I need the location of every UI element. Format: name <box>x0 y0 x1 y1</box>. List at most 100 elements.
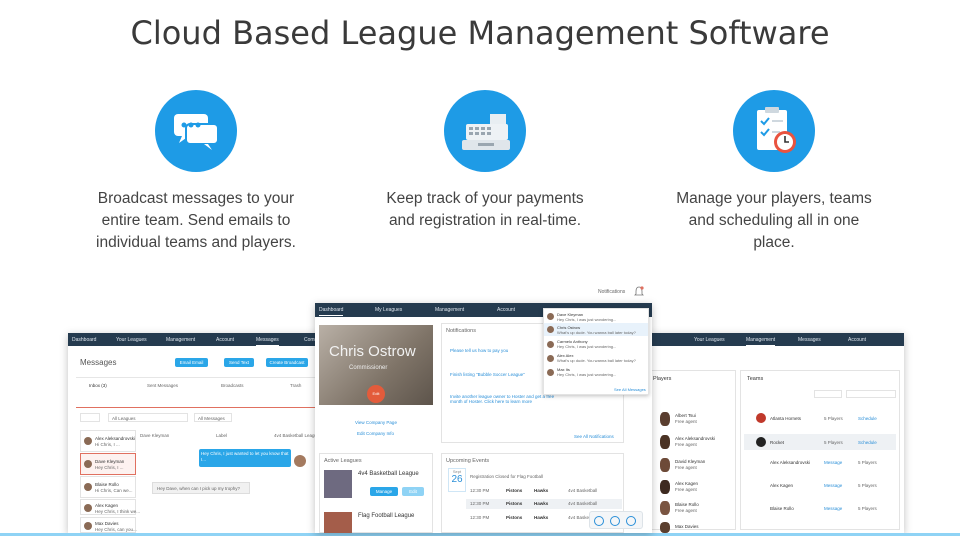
list-item[interactable]: Alex Aleksandrovski Hi Chris, I ... <box>80 430 136 452</box>
clipboard-clock-icon <box>733 90 815 172</box>
list-item[interactable]: Blaise Rollo Hi Chris, Can we... <box>80 476 136 498</box>
team-schedule-link[interactable]: Schedule <box>858 440 877 445</box>
event-time: 12:30 PM <box>470 501 490 506</box>
notification-item[interactable]: Invite another league owner to Hoster an… <box>450 394 560 404</box>
tab-broadcasts[interactable]: Broadcasts <box>221 383 244 388</box>
contact-name: Dave Kleyman <box>95 459 125 464</box>
calendar-icon[interactable] <box>594 516 604 526</box>
avatar <box>547 313 554 320</box>
popup-text: What's up dude. You wanna ball later tod… <box>557 330 636 335</box>
select-filter[interactable] <box>80 413 100 422</box>
event-home: Pistons <box>506 488 523 493</box>
contact-preview: Hey Chris, can you... <box>95 527 137 532</box>
nav-item-leagues[interactable]: Your Leagues <box>694 337 725 343</box>
nav-item-account[interactable]: Account <box>497 307 515 313</box>
cash-register-icon <box>444 90 526 172</box>
message-bubble-incoming: Hey Chris, I just wanted to let you know… <box>199 449 291 467</box>
team-name[interactable]: Rocket <box>770 440 784 445</box>
dashboard-screenshot: Dashboard My Leagues Management Account … <box>315 303 652 533</box>
notifications-heading: Notifications <box>446 328 476 334</box>
list-item[interactable]: Alex Kagen Hey Chris, I think we... <box>80 499 140 515</box>
nav-item-messages[interactable]: Messages <box>256 337 279 346</box>
league-filter[interactable]: All Leagues <box>108 413 188 422</box>
feature-text-payments: Keep track of your payments and registra… <box>360 188 610 232</box>
member-name: Alex Aleksandrovski <box>770 460 811 465</box>
message-filter-value: All Messages <box>198 416 225 421</box>
team-name[interactable]: Atlanta Hornets <box>770 416 801 421</box>
member-name: Alex Kagen <box>770 483 794 488</box>
contact-name: Max Davies <box>95 521 119 526</box>
popup-text: Hey Chris, I was just wondering... <box>557 317 617 322</box>
nav-item-leagues[interactable]: My Leagues <box>375 307 402 313</box>
event-date: Sept 26 <box>448 468 466 492</box>
nav-item-messages[interactable]: Messages <box>798 337 821 343</box>
chat-bubbles-icon <box>155 90 237 172</box>
member-message-link[interactable]: Message <box>824 460 842 465</box>
avatar <box>660 435 670 449</box>
member-message-link[interactable]: Message <box>824 506 842 511</box>
list-item[interactable]: Dave Kleyman Hey Chris, I ... <box>80 453 136 475</box>
teams-filter[interactable] <box>814 390 842 398</box>
list-item[interactable]: Max Davies Hey Chris, can you... <box>80 517 137 533</box>
manage-league-button[interactable]: Manage <box>370 487 398 496</box>
player-name: Blaise Rollo <box>675 502 699 507</box>
avatar <box>84 522 92 530</box>
edit-league-button[interactable]: Edit <box>402 487 424 496</box>
search-icon[interactable] <box>626 516 636 526</box>
create-broadcast-button[interactable]: Create Broadcast <box>266 358 308 367</box>
event-away: Hawks <box>534 501 549 506</box>
popup-message-selected[interactable]: Chris Ostrow What's up dude. You wanna b… <box>544 323 648 336</box>
teams-heading: Teams <box>747 376 764 382</box>
tab-inbox[interactable]: Inbox (3) <box>89 383 107 388</box>
nav-item-dashboard[interactable]: Dashboard <box>72 337 96 343</box>
avatar <box>660 522 670 533</box>
feature-line: individual teams and players. <box>96 234 296 251</box>
bell-icon[interactable] <box>634 285 644 297</box>
avatar <box>84 504 92 512</box>
avatar <box>547 326 554 333</box>
popup-text: Hey Chris, I was just wondering... <box>557 344 617 349</box>
tab-trash[interactable]: Trash <box>290 383 301 388</box>
feature-text-players: Manage your players, teams and schedulin… <box>649 188 899 254</box>
nav-item-account[interactable]: Account <box>216 337 234 343</box>
edit-company-link[interactable]: Edit Company Info <box>357 431 394 436</box>
event-time: 12:30 PM <box>470 515 490 520</box>
tab-sent[interactable]: Sent Messages <box>147 383 178 388</box>
contact-name: Alex Kagen <box>95 503 119 508</box>
edit-photo-button[interactable]: Edit Photo <box>367 385 385 414</box>
team-schedule-link[interactable]: Schedule <box>858 416 877 421</box>
nav-item-account[interactable]: Account <box>848 337 866 343</box>
event-home: Pistons <box>506 501 523 506</box>
league-thumbnail <box>324 512 352 533</box>
nav-item-management[interactable]: Management <box>166 337 195 343</box>
see-all-notifications-link[interactable]: See All Notifications <box>574 434 614 439</box>
team-logo <box>756 437 766 447</box>
nav-item-leagues[interactable]: Your Leagues <box>116 337 147 343</box>
avatar <box>660 458 670 472</box>
nav-item-management[interactable]: Management <box>435 307 464 313</box>
players-heading: Players <box>653 376 672 382</box>
teams-search[interactable] <box>846 390 896 398</box>
member-message-link[interactable]: Message <box>824 483 842 488</box>
avatar <box>547 355 554 362</box>
avatar <box>660 501 670 515</box>
see-all-messages-link[interactable]: See All Messages <box>614 387 646 392</box>
event-league: 4v4 Basketball <box>568 501 598 506</box>
feature-line: Keep track of your payments <box>386 190 584 207</box>
view-company-link[interactable]: View Company Page <box>355 420 397 425</box>
email-button[interactable]: Email Email <box>175 358 208 367</box>
message-filter[interactable]: All Messages <box>194 413 232 422</box>
member-name: Blaise Rollo <box>770 506 794 511</box>
player-name: Alex Kagen <box>675 481 699 486</box>
profile-name: Chris Ostrow <box>329 343 416 360</box>
nav-item-dashboard[interactable]: Dashboard <box>319 307 344 316</box>
member-count: 5 Players <box>858 460 877 465</box>
team-count: 5 Players <box>824 440 843 445</box>
member-count: 5 Players <box>858 483 877 488</box>
message-icon[interactable] <box>610 516 620 526</box>
feature-line: entire team. Send emails to <box>101 212 291 229</box>
send-text-button[interactable]: Send Text <box>224 358 254 367</box>
notification-item[interactable]: Please tell us how to pay you <box>450 348 508 353</box>
notification-item[interactable]: Finish listing "Bubble Soccer League" <box>450 372 525 377</box>
nav-item-management[interactable]: Management <box>746 337 776 346</box>
